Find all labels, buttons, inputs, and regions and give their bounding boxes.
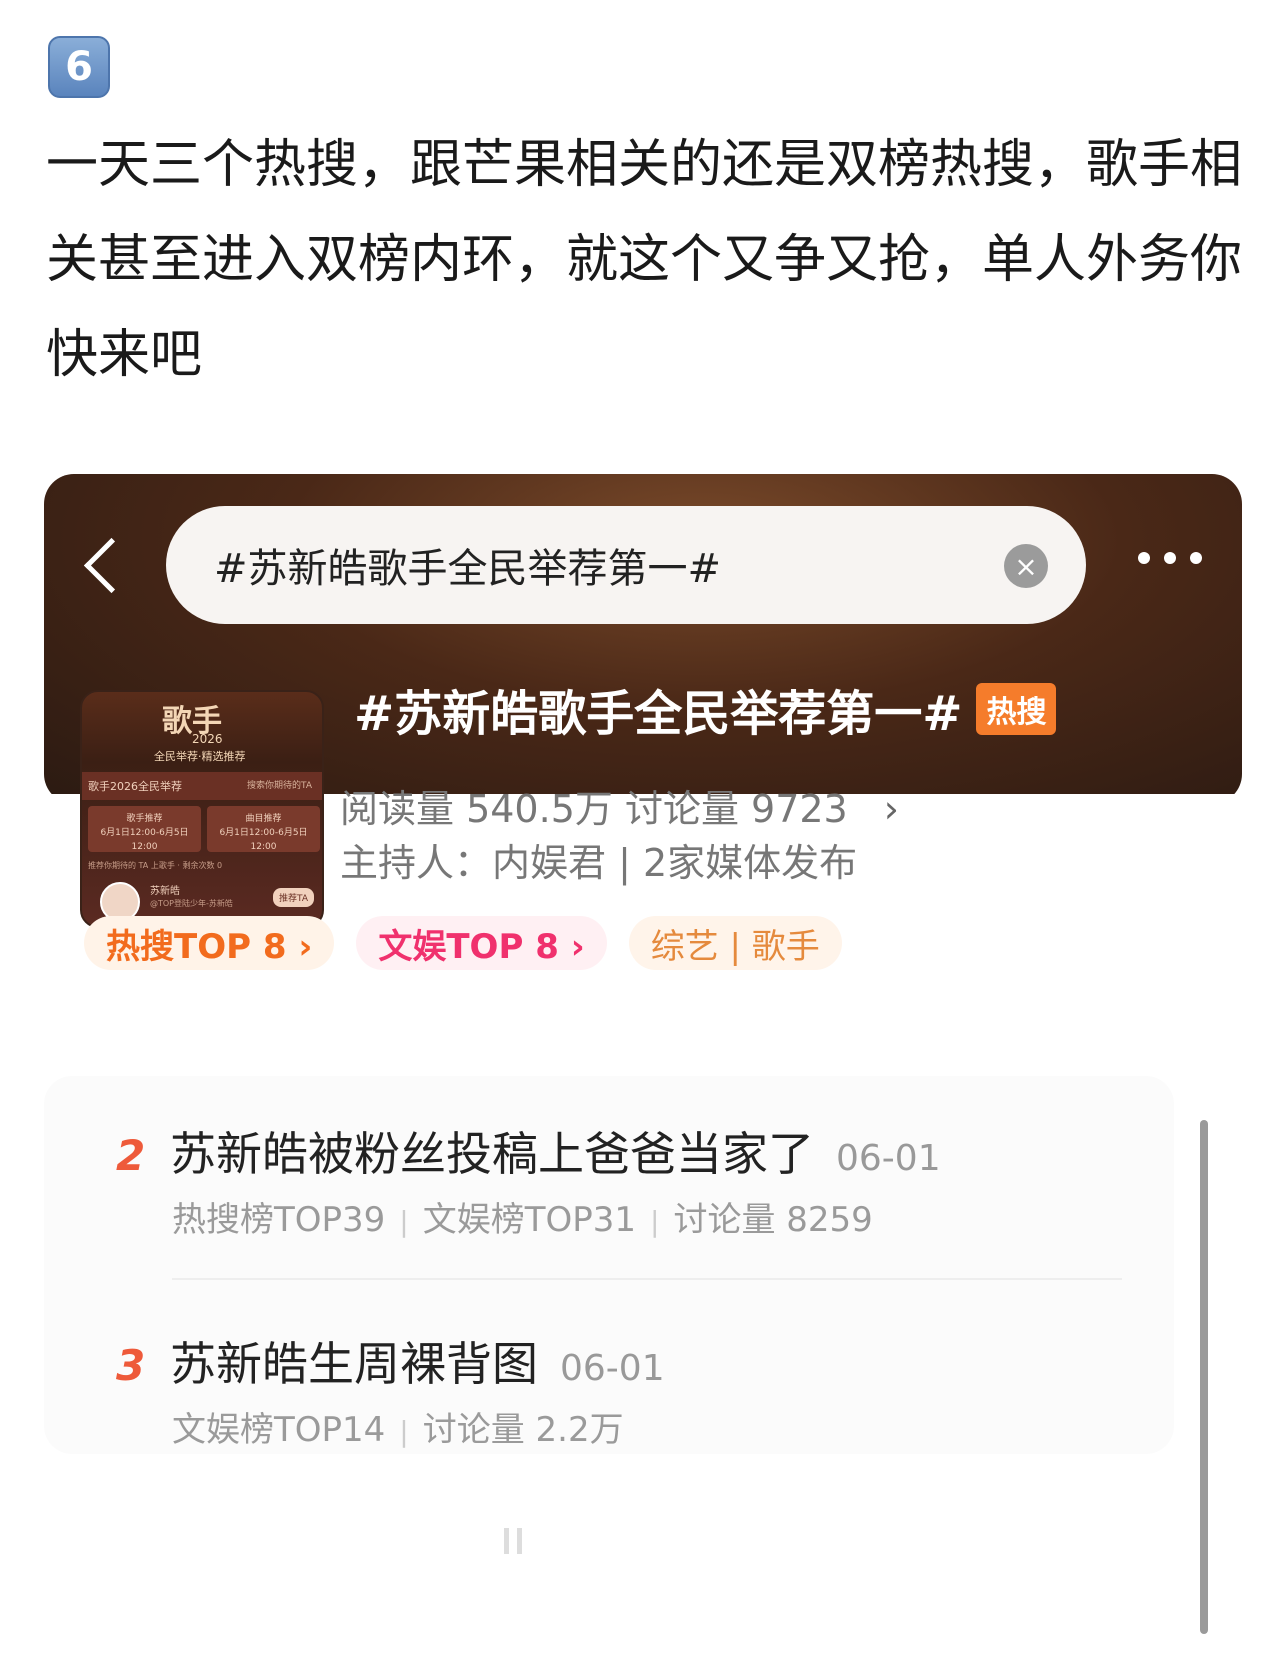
- chevron-right-icon: ›: [883, 787, 899, 831]
- thumb-row-right: 搜索你期待的TA: [247, 781, 312, 791]
- more-dots-icon[interactable]: [1138, 552, 1202, 564]
- divider: [172, 1278, 1122, 1280]
- thumb-name: 苏新皓: [150, 886, 180, 897]
- topic-title: #苏新皓歌手全民举荐第一#: [354, 686, 963, 742]
- thumb-line: 推荐你期待的 TA 上歌手 · 剩余次数 0: [88, 861, 223, 870]
- list-item[interactable]: 3 苏新皓生周裸背图 06-01: [116, 1328, 665, 1394]
- item-title: 苏新皓被粉丝投稿上爸爸当家了: [170, 1127, 814, 1181]
- thumb-cards: 歌手推荐 6月1日12:00-6月5日12:00 曲目推荐 6月1日12:00-…: [88, 806, 320, 852]
- topic-stats[interactable]: 阅读量 540.5万 讨论量 9723 ›: [340, 778, 899, 833]
- thumb-row-label: 歌手2026全民举荐: [88, 780, 182, 793]
- topic-title-row: #苏新皓歌手全民举荐第一# 热搜: [354, 674, 1057, 744]
- tag-category[interactable]: 综艺 | 歌手: [628, 916, 842, 970]
- tag-hot-top8[interactable]: 热搜TOP 8 ›: [84, 916, 335, 970]
- item-meta: 热搜榜TOP39 | 文娱榜TOP31 | 讨论量 8259: [172, 1200, 873, 1240]
- rank-number: 3: [116, 1341, 146, 1390]
- meta-entry: 文娱榜TOP31: [422, 1200, 637, 1240]
- item-title: 苏新皓生周裸背图: [170, 1337, 538, 1391]
- topic-host: 主持人：内娱君 | 2家媒体发布: [340, 841, 858, 885]
- thumb-handle: @TOP登陆少年-苏新皓: [150, 899, 233, 908]
- number-badge: 6: [48, 36, 110, 98]
- topic-thumbnail[interactable]: 歌手 2026 全民举荐·精选推荐 歌手2026全民举荐 搜索你期待的TA 歌手…: [80, 690, 324, 928]
- thumb-subtitle: 全民举荐·精选推荐: [154, 750, 246, 763]
- clear-icon[interactable]: ×: [1004, 544, 1048, 588]
- back-arrow-icon[interactable]: [78, 536, 138, 596]
- rank-number: 2: [116, 1131, 146, 1180]
- scrollbar[interactable]: [1200, 1120, 1208, 1634]
- item-meta: 文娱榜TOP14 | 讨论量 2.2万: [172, 1410, 624, 1450]
- thumb-year: 2026: [192, 732, 223, 746]
- meta-entry: 讨论量 2.2万: [422, 1410, 624, 1450]
- item-date: 06-01: [836, 1138, 941, 1179]
- item-date: 06-01: [560, 1348, 665, 1389]
- tag-row: 热搜TOP 8 › 文娱TOP 8 › 综艺 | 歌手: [84, 916, 842, 970]
- topic-stats-text: 阅读量 540.5万 讨论量 9723: [340, 787, 848, 831]
- thumb-card-singer: 歌手推荐 6月1日12:00-6月5日12:00: [88, 806, 201, 852]
- list-item[interactable]: 2 苏新皓被粉丝投稿上爸爸当家了 06-01: [116, 1118, 941, 1184]
- tag-ent-top8[interactable]: 文娱TOP 8 ›: [356, 916, 607, 970]
- search-input[interactable]: #苏新皓歌手全民举荐第一# ×: [166, 506, 1086, 624]
- meta-entry: 文娱榜TOP14: [172, 1410, 386, 1450]
- thumb-row: 歌手2026全民举荐 搜索你期待的TA: [82, 772, 322, 800]
- meta-entry: 讨论量 8259: [673, 1200, 873, 1240]
- page-indicator: [504, 1528, 522, 1554]
- hot-badge: 热搜: [976, 683, 1057, 735]
- search-query: #苏新皓歌手全民举荐第一#: [214, 546, 722, 592]
- post-text: 一天三个热搜，跟芒果相关的还是双榜热搜，歌手相关甚至进入双榜内环，就这个又争又抢…: [46, 135, 1243, 385]
- thumb-recommend-button: 推荐TA: [273, 888, 314, 907]
- thumb-card-song: 曲目推荐 6月1日12:00-6月5日12:00: [207, 806, 320, 852]
- meta-entry: 热搜榜TOP39: [172, 1200, 386, 1240]
